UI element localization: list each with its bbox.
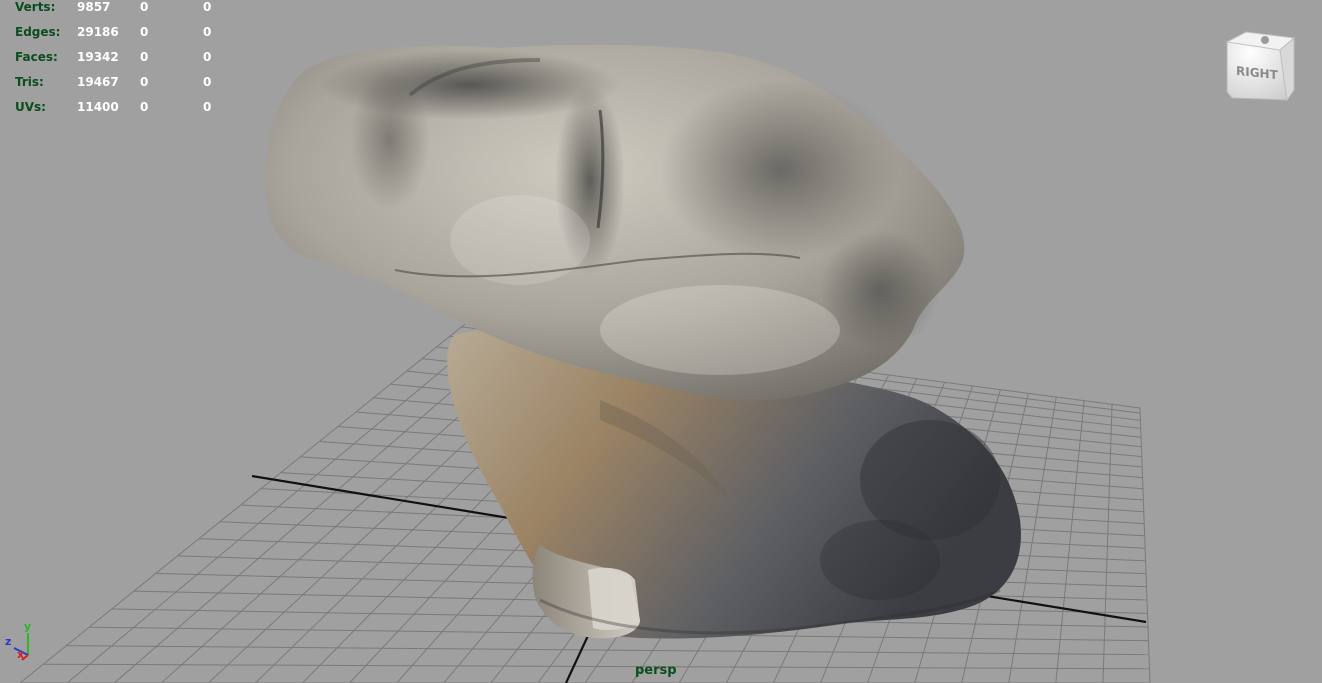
hud-value: 0 — [140, 25, 149, 39]
axis-z-label: z — [5, 635, 12, 648]
hud-row-tris: Tris: 19467 0 0 — [14, 71, 234, 96]
hud-value: 29186 — [77, 25, 119, 39]
grid-line — [66, 323, 499, 683]
poly-count-hud: Verts: 9857 0 0 Edges: 29186 0 0 Faces: … — [14, 0, 234, 121]
hud-row-edges: Edges: 29186 0 0 — [14, 21, 234, 46]
axis-y-label: y — [24, 620, 32, 633]
hud-label: Faces: — [15, 50, 58, 64]
hud-value: 0 — [140, 75, 149, 89]
hud-label: Tris: — [15, 75, 44, 89]
camera-name-label[interactable]: persp — [635, 663, 677, 678]
hud-value: 0 — [203, 50, 212, 64]
hud-label: UVs: — [15, 100, 46, 114]
grid-line — [1102, 404, 1113, 683]
hud-value: 0 — [203, 0, 212, 14]
hud-value: 11400 — [77, 100, 119, 114]
grid-line — [1055, 400, 1085, 683]
hud-value: 0 — [203, 100, 212, 114]
hud-label: Edges: — [15, 25, 61, 39]
hud-value: 19342 — [77, 50, 119, 64]
hud-row-uvs: UVs: 11400 0 0 — [14, 96, 234, 121]
hud-row-verts: Verts: 9857 0 0 — [14, 0, 234, 21]
hud-value: 0 — [203, 25, 212, 39]
hud-row-faces: Faces: 19342 0 0 — [14, 46, 234, 71]
hud-value: 0 — [203, 75, 212, 89]
hud-value: 9857 — [77, 0, 111, 14]
axis-x-label: x — [17, 648, 25, 661]
grid-line — [66, 645, 1149, 656]
rock-upper[interactable] — [265, 44, 965, 401]
hud-value: 0 — [140, 0, 149, 14]
grid-line — [1139, 407, 1151, 683]
hud-value: 0 — [140, 100, 149, 114]
hud-value: 0 — [140, 50, 149, 64]
hud-value: 19467 — [77, 75, 119, 89]
perspective-viewport[interactable]: Verts: 9857 0 0 Edges: 29186 0 0 Faces: … — [0, 0, 1322, 683]
hud-label: Verts: — [15, 0, 56, 14]
grid-line — [43, 663, 1150, 670]
